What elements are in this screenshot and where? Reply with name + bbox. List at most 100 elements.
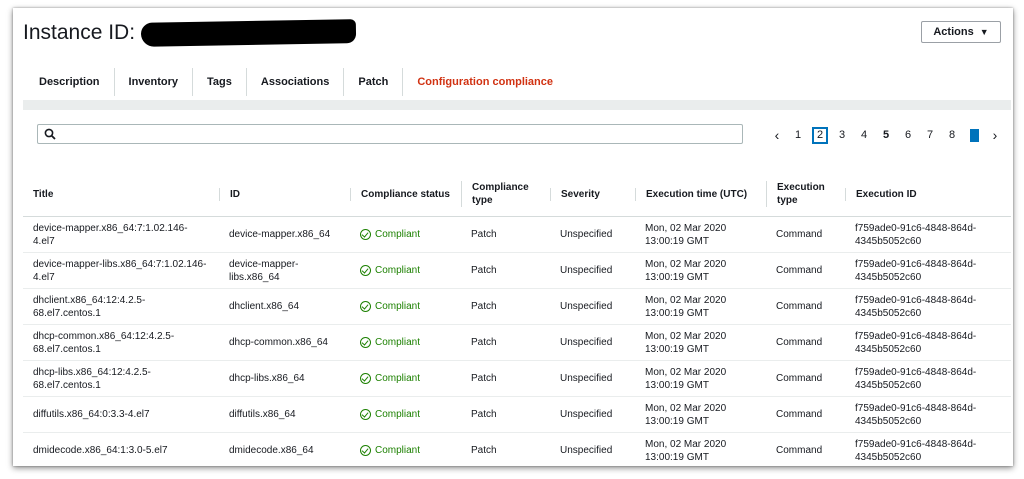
- cell-execution-time: Mon, 02 Mar 2020 13:00:19 GMT: [635, 216, 766, 253]
- cell-title: dhclient.x86_64:12:4.2.5-68.el7.centos.1: [23, 288, 219, 325]
- status-badge: Compliant: [360, 372, 451, 385]
- column-header-title[interactable]: Title: [23, 172, 219, 217]
- cell-compliance-type: Patch: [461, 324, 550, 361]
- cell-execution-id: f759ade0-91c6-4848-864d-4345b5052c60: [845, 252, 1011, 289]
- chevron-left-icon[interactable]: ‹: [767, 127, 787, 143]
- page-6[interactable]: 6: [897, 129, 919, 141]
- cell-compliance-status: Compliant: [350, 396, 461, 433]
- status-badge: Compliant: [360, 228, 451, 241]
- page-8[interactable]: 8: [941, 129, 963, 141]
- cell-execution-time: Mon, 02 Mar 2020 13:00:19 GMT: [635, 432, 766, 466]
- cell-id: dhcp-libs.x86_64: [219, 360, 350, 397]
- tab-inventory[interactable]: Inventory: [115, 68, 194, 96]
- cell-title: dhcp-libs.x86_64:12:4.2.5-68.el7.centos.…: [23, 360, 219, 397]
- page-1[interactable]: 1: [787, 129, 809, 141]
- tab-patch[interactable]: Patch: [344, 68, 404, 96]
- cell-severity: Unspecified: [550, 432, 635, 466]
- cell-execution-type: Command: [766, 324, 845, 361]
- cell-compliance-status: Compliant: [350, 216, 461, 253]
- check-circle-icon: [360, 301, 371, 312]
- cell-execution-type: Command: [766, 360, 845, 397]
- cell-execution-id: f759ade0-91c6-4848-864d-4345b5052c60: [845, 360, 1011, 397]
- table-row[interactable]: dhcp-libs.x86_64:12:4.2.5-68.el7.centos.…: [23, 360, 1011, 397]
- table-row[interactable]: dhcp-common.x86_64:12:4.2.5-68.el7.cento…: [23, 324, 1011, 361]
- table-row[interactable]: device-mapper-libs.x86_64:7:1.02.146-4.e…: [23, 252, 1011, 289]
- search-icon: [44, 128, 56, 140]
- cell-id: dhclient.x86_64: [219, 288, 350, 325]
- cell-title: dmidecode.x86_64:1:3.0-5.el7: [23, 432, 219, 466]
- panel-header: Instance ID: Actions ▼ Description Inven…: [13, 8, 1013, 104]
- cell-title: device-mapper-libs.x86_64:7:1.02.146-4.e…: [23, 252, 219, 289]
- status-badge: Compliant: [360, 444, 451, 457]
- status-text: Compliant: [375, 445, 421, 456]
- cell-severity: Unspecified: [550, 252, 635, 289]
- cell-compliance-type: Patch: [461, 252, 550, 289]
- column-header-execution-id[interactable]: Execution ID: [845, 172, 1011, 217]
- cell-title: dhcp-common.x86_64:12:4.2.5-68.el7.cento…: [23, 324, 219, 361]
- status-text: Compliant: [375, 409, 421, 420]
- more-pages-icon[interactable]: [963, 128, 985, 142]
- table-row[interactable]: diffutils.x86_64:0:3.3-4.el7 diffutils.x8…: [23, 396, 1011, 433]
- status-text: Compliant: [375, 373, 421, 384]
- redacted-instance-id: [140, 19, 357, 47]
- cell-execution-id: f759ade0-91c6-4848-864d-4345b5052c60: [845, 288, 1011, 325]
- cell-severity: Unspecified: [550, 360, 635, 397]
- column-header-execution-time[interactable]: Execution time (UTC): [635, 172, 766, 217]
- tab-description[interactable]: Description: [25, 68, 115, 96]
- table-row[interactable]: dmidecode.x86_64:1:3.0-5.el7 dmidecode.x8…: [23, 432, 1011, 466]
- status-badge: Compliant: [360, 408, 451, 421]
- compliance-table: Title ID Compliance status Compliance ty…: [23, 172, 1011, 466]
- table-header-row: Title ID Compliance status Compliance ty…: [23, 172, 1011, 217]
- status-text: Compliant: [375, 229, 421, 240]
- cell-severity: Unspecified: [550, 216, 635, 253]
- cell-severity: Unspecified: [550, 324, 635, 361]
- cell-compliance-status: Compliant: [350, 324, 461, 361]
- column-header-compliance-status[interactable]: Compliance status: [350, 172, 461, 217]
- cell-compliance-status: Compliant: [350, 288, 461, 325]
- status-text: Compliant: [375, 265, 421, 276]
- actions-button[interactable]: Actions ▼: [921, 21, 1001, 43]
- column-header-compliance-type[interactable]: Compliance type: [461, 172, 550, 217]
- search-input[interactable]: [60, 127, 742, 141]
- cell-execution-id: f759ade0-91c6-4848-864d-4345b5052c60: [845, 432, 1011, 466]
- cell-severity: Unspecified: [550, 396, 635, 433]
- table-row[interactable]: dhclient.x86_64:12:4.2.5-68.el7.centos.1…: [23, 288, 1011, 325]
- cell-execution-time: Mon, 02 Mar 2020 13:00:19 GMT: [635, 360, 766, 397]
- cell-compliance-type: Patch: [461, 216, 550, 253]
- status-text: Compliant: [375, 337, 421, 348]
- cell-id: device-mapper-libs.x86_64: [219, 252, 350, 289]
- cell-compliance-type: Patch: [461, 360, 550, 397]
- cell-compliance-status: Compliant: [350, 252, 461, 289]
- cell-compliance-status: Compliant: [350, 360, 461, 397]
- cell-execution-id: f759ade0-91c6-4848-864d-4345b5052c60: [845, 324, 1011, 361]
- tab-tags[interactable]: Tags: [193, 68, 247, 96]
- check-circle-icon: [360, 229, 371, 240]
- check-circle-icon: [360, 409, 371, 420]
- page-4[interactable]: 4: [853, 129, 875, 141]
- cell-title: diffutils.x86_64:0:3.3-4.el7: [23, 396, 219, 433]
- cell-execution-id: f759ade0-91c6-4848-864d-4345b5052c60: [845, 396, 1011, 433]
- check-circle-icon: [360, 265, 371, 276]
- page-2-current[interactable]: 2: [809, 126, 831, 144]
- tab-configuration-compliance[interactable]: Configuration compliance: [403, 68, 567, 102]
- cell-execution-type: Command: [766, 432, 845, 466]
- search-box[interactable]: [37, 124, 743, 144]
- cell-id: device-mapper.x86_64: [219, 216, 350, 253]
- column-header-severity[interactable]: Severity: [550, 172, 635, 217]
- page-3[interactable]: 3: [831, 129, 853, 141]
- cell-title: device-mapper.x86_64:7:1.02.146-4.el7: [23, 216, 219, 253]
- table-row[interactable]: device-mapper.x86_64:7:1.02.146-4.el7 dev…: [23, 216, 1011, 253]
- column-header-id[interactable]: ID: [219, 172, 350, 217]
- cell-execution-type: Command: [766, 216, 845, 253]
- tab-associations[interactable]: Associations: [247, 68, 345, 96]
- status-badge: Compliant: [360, 300, 451, 313]
- cell-execution-time: Mon, 02 Mar 2020 13:00:19 GMT: [635, 252, 766, 289]
- column-header-execution-type[interactable]: Execution type: [766, 172, 845, 217]
- cell-execution-time: Mon, 02 Mar 2020 13:00:19 GMT: [635, 396, 766, 433]
- page-7[interactable]: 7: [919, 129, 941, 141]
- caret-down-icon: ▼: [979, 27, 989, 37]
- status-badge: Compliant: [360, 336, 451, 349]
- chevron-right-icon[interactable]: ›: [985, 127, 1005, 143]
- tab-divider-band: [23, 100, 1011, 110]
- page-5[interactable]: 5: [875, 129, 897, 141]
